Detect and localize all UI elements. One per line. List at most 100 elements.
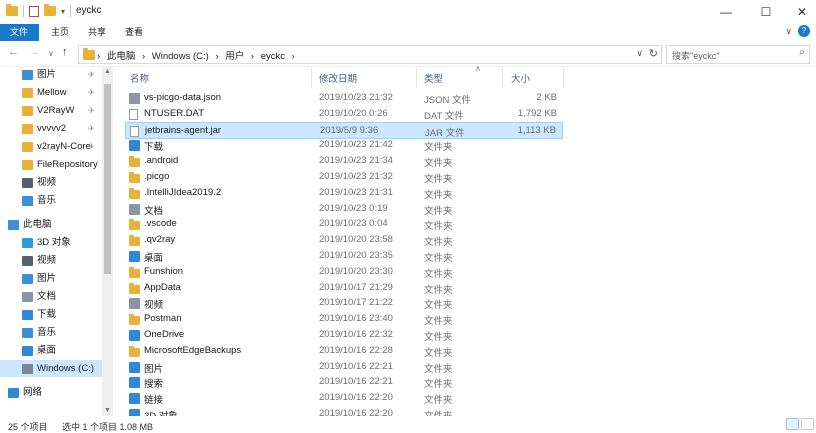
address-bar[interactable]: › 此电脑 › Windows (C:) › 用户 › eyckc › ∨ ↻ (78, 45, 662, 64)
column-date[interactable]: 修改日期 (319, 71, 357, 85)
sidebar-item[interactable]: 音乐 (0, 192, 102, 209)
file-row[interactable]: OneDrive 2019/10/16 22:32 文件夹 (125, 327, 563, 344)
tab-share[interactable]: 共享 (78, 24, 116, 41)
breadcrumb-this-pc[interactable]: 此电脑 (107, 51, 136, 62)
folder-icon (6, 4, 18, 16)
file-row[interactable]: AppData 2019/10/17 21:29 文件夹 (125, 280, 563, 297)
sidebar-item[interactable]: Windows (C:) (0, 360, 102, 377)
sidebar-item[interactable]: 视频 (0, 252, 102, 269)
sidebar-item-label: FileRepository (37, 159, 98, 170)
file-type: 文件夹 (424, 158, 453, 170)
breadcrumb-drive[interactable]: Windows (C:) (152, 51, 209, 62)
scrollbar-thumb[interactable] (104, 84, 111, 274)
file-row[interactable]: 3D 对象 2019/10/16 22:20 文件夹 (125, 406, 563, 416)
file-name: 搜索 (144, 379, 164, 391)
sidebar-item[interactable]: vvvvv2 ✈ (0, 120, 102, 137)
properties-icon[interactable] (29, 5, 39, 17)
column-type[interactable]: 类型 (424, 71, 443, 85)
close-button[interactable]: ✕ (784, 0, 816, 24)
divider (70, 5, 72, 17)
up-button[interactable]: ↑ (62, 46, 68, 58)
sidebar-item[interactable]: 视频 (0, 174, 102, 191)
sidebar-item[interactable]: 图片 (0, 270, 102, 287)
file-name: .android (144, 155, 179, 167)
file-name: .vscode (144, 218, 177, 230)
file-name: vs-picgo-data.json (144, 92, 222, 103)
sidebar-item-label: 图片 (37, 273, 57, 284)
sidebar-item[interactable]: 文档 (0, 288, 102, 305)
navigation-bar: ← → ∨ ↑ › 此电脑 › Windows (C:) › 用户 › eyck… (0, 41, 816, 67)
ribbon: 文件 主页 共享 查看 ∨ ? (0, 24, 816, 41)
breadcrumb-eyckc[interactable]: eyckc (261, 51, 285, 62)
maximize-button[interactable]: ☐ (748, 0, 784, 24)
folder-icon (129, 172, 140, 183)
address-dropdown-button[interactable]: ∨ (636, 48, 643, 59)
sidebar-item-label: 音乐 (37, 327, 57, 338)
divider[interactable] (563, 68, 564, 88)
back-button[interactable]: ← (8, 46, 19, 58)
navigation-pane: 图片 ✈ Mellow ✈ V2RayW ✈ vvvvv2 ✈ v2rayN-Core ✈ File… (0, 66, 112, 416)
file-row[interactable]: 链接 2019/10/16 22:20 文件夹 (125, 390, 563, 407)
recent-locations-button[interactable]: ∨ (48, 49, 54, 58)
tab-home[interactable]: 主页 (41, 24, 79, 41)
forward-button[interactable]: → (29, 46, 40, 58)
search-icon[interactable]: ⌕ (799, 47, 805, 58)
sidebar-item[interactable]: 音乐 (0, 324, 102, 341)
folder-icon (129, 282, 140, 294)
search-input[interactable]: 搜索"eyckc" ⌕ (666, 45, 810, 64)
sidebar-item[interactable]: FileRepository (0, 156, 102, 173)
file-row[interactable]: jetbrains-agent.jar 2019/5/9 9:36 JAR 文件 1,… (125, 121, 563, 139)
customize-toolbar-icon[interactable]: ▾ (61, 7, 65, 16)
sidebar-item-label: Windows (C:) (37, 363, 95, 374)
refresh-button[interactable]: ↻ (649, 47, 658, 60)
sidebar-item[interactable]: 图片 ✈ (0, 66, 102, 83)
divider[interactable] (502, 68, 503, 88)
sidebar-item[interactable]: Mellow ✈ (0, 84, 102, 101)
sidebar-item[interactable]: 桌面 (0, 342, 102, 359)
sort-indicator-icon: ∧ (475, 64, 481, 73)
new-folder-icon[interactable] (44, 4, 56, 16)
file-row[interactable]: .IntelliJIdea2019.2 2019/10/23 21:31 文件夹 (125, 185, 563, 202)
sidebar-scrollbar[interactable]: ▲ ▼ (102, 66, 113, 416)
sidebar-item[interactable]: 此电脑 (0, 216, 102, 233)
file-row[interactable]: .vscode 2019/10/23 0:04 文件夹 (125, 216, 563, 233)
file-name: 图片 (144, 363, 164, 375)
scroll-down-icon[interactable]: ▼ (104, 407, 111, 414)
file-size: 1,792 KB (517, 107, 557, 119)
minimize-button[interactable]: — (708, 0, 744, 24)
breadcrumb-users[interactable]: 用户 (225, 51, 244, 62)
file-row[interactable]: .qv2ray 2019/10/20 23:58 文件夹 (125, 232, 563, 249)
file-row[interactable]: 文档 2019/10/23 0:19 文件夹 (125, 201, 563, 218)
details-view-button[interactable] (786, 418, 799, 430)
file-row[interactable]: 搜索 2019/10/16 22:21 文件夹 (125, 374, 563, 391)
file-row[interactable]: MicrosoftEdgeBackups 2019/10/16 22:28 文件夹 (125, 343, 563, 360)
tab-view[interactable]: 查看 (115, 24, 153, 41)
file-row[interactable]: .android 2019/10/23 21:34 文件夹 (125, 153, 563, 170)
file-type: 文件夹 (424, 379, 453, 391)
file-row[interactable]: NTUSER.DAT 2019/10/20 0:26 DAT 文件 1,792 KB (125, 106, 563, 123)
column-size[interactable]: 大小 (511, 71, 530, 85)
scroll-up-icon[interactable]: ▲ (104, 68, 111, 75)
file-row[interactable]: 桌面 2019/10/20 23:35 文件夹 (125, 248, 563, 265)
file-row[interactable]: 图片 2019/10/16 22:21 文件夹 (125, 359, 563, 376)
file-row[interactable]: vs-picgo-data.json 2019/10/23 21:32 JSON 文… (125, 90, 563, 107)
sidebar-item[interactable]: v2rayN-Core ✈ (0, 138, 102, 155)
sidebar-item[interactable]: 网络 (0, 384, 102, 401)
tab-file[interactable]: 文件 (0, 24, 39, 41)
sidebar-item[interactable]: 下载 (0, 306, 102, 323)
file-row[interactable]: Funshion 2019/10/20 23:30 文件夹 (125, 264, 563, 281)
divider[interactable] (311, 68, 312, 88)
column-name[interactable]: 名称 (130, 71, 149, 85)
file-date: 2019/10/23 0:04 (319, 218, 388, 230)
sidebar-item[interactable]: 3D 对象 (0, 234, 102, 251)
help-icon[interactable]: ? (798, 25, 810, 37)
expand-ribbon-icon[interactable]: ∨ (785, 26, 792, 37)
file-row[interactable]: Postman 2019/10/16 23:40 文件夹 (125, 311, 563, 328)
sidebar-item[interactable]: V2RayW ✈ (0, 102, 102, 119)
large-icons-view-button[interactable] (801, 418, 814, 430)
divider[interactable] (416, 68, 417, 88)
file-row[interactable]: 视频 2019/10/17 21:22 文件夹 (125, 295, 563, 312)
file-row[interactable]: 下载 2019/10/23 21:42 文件夹 (125, 137, 563, 154)
file-row[interactable]: .picgo 2019/10/23 21:32 文件夹 (125, 169, 563, 186)
file-icon (129, 108, 138, 120)
